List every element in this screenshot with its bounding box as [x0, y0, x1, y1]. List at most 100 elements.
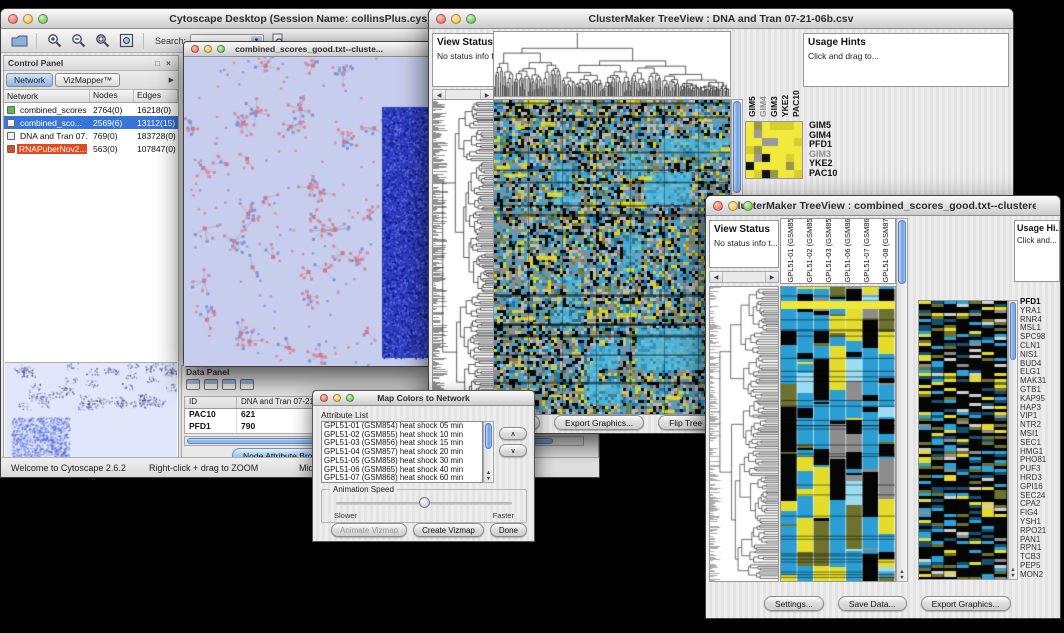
- dialog-buttons: Animate Vizmap Create Vizmap Done: [331, 523, 527, 537]
- column-label[interactable]: GPL51-07 (GSM868...: [857, 218, 876, 283]
- column-label[interactable]: GPL51-08 (GSM872...: [876, 218, 895, 283]
- create-vizmap-button[interactable]: Create Vizmap: [413, 523, 484, 537]
- close-button[interactable]: [713, 201, 723, 211]
- move-down-button[interactable]: ∨: [499, 444, 527, 457]
- zoom-in-button[interactable]: [44, 32, 64, 50]
- col-nodes[interactable]: Nodes: [90, 90, 134, 102]
- col-network[interactable]: Network: [4, 90, 90, 102]
- table-view-icon[interactable]: [240, 379, 254, 390]
- tab-vizmapper[interactable]: VizMapper™: [55, 73, 120, 87]
- column-label[interactable]: GPL51-06 (GSM865...: [838, 218, 857, 283]
- close-panel-icon[interactable]: ×: [163, 59, 174, 68]
- attribute-list[interactable]: GPL51-01 (GSM854) heat shock 05 minGPL51…: [321, 421, 483, 483]
- network-overview[interactable]: [5, 362, 177, 462]
- heatmap-canvas[interactable]: [781, 287, 895, 581]
- speed-slider[interactable]: [336, 502, 512, 505]
- scrollbar-arrows-icon[interactable]: ▲▼: [1009, 567, 1017, 579]
- save-data-button[interactable]: Save Data...: [838, 596, 907, 611]
- network-list-item[interactable]: combined_scores 2764(0) 16218(0): [4, 103, 178, 116]
- scroll-right-icon[interactable]: ▶: [481, 92, 493, 99]
- heatmap-canvas[interactable]: [494, 100, 730, 414]
- secondary-heatmap-panel[interactable]: [918, 300, 1008, 580]
- close-button[interactable]: [8, 14, 18, 24]
- row-dendrogram-panel[interactable]: [709, 286, 779, 582]
- column-dendrogram-canvas[interactable]: [494, 32, 730, 96]
- done-button[interactable]: Done: [490, 523, 527, 537]
- column-label[interactable]: GIM4: [758, 96, 768, 117]
- minimize-button[interactable]: [204, 45, 212, 53]
- scrollbar-arrows-icon[interactable]: ▲▼: [897, 569, 907, 581]
- column-label[interactable]: GPL51-01 (GSM854...: [781, 218, 800, 283]
- scroll-left-icon[interactable]: ◀: [710, 274, 722, 281]
- minimize-button[interactable]: [728, 201, 738, 211]
- col-edges[interactable]: Edges: [134, 90, 178, 102]
- toolbar-separator: [143, 33, 144, 49]
- network-list-item-selected[interactable]: combined_sco... 2569(6) 13112(15): [4, 116, 178, 129]
- column-label[interactable]: PAC10: [791, 90, 801, 117]
- column-label[interactable]: GIM5: [747, 96, 757, 117]
- attribute-list-item[interactable]: GPL51-07 (GSM868) heat shock 60 min: [322, 474, 482, 483]
- panel-dock-icon[interactable]: [186, 379, 200, 390]
- network-list-item[interactable]: DNA and Tran 07... 769(0) 183728(0): [4, 129, 178, 142]
- column-label[interactable]: GPL51-03 (GSM856...: [819, 218, 838, 283]
- minimize-button[interactable]: [23, 14, 33, 24]
- zoom-button[interactable]: [743, 201, 753, 211]
- treeview1-titlebar[interactable]: ClusterMaker TreeView : DNA and Tran 07-…: [429, 9, 1013, 29]
- gene-label[interactable]: MON2: [1020, 571, 1062, 580]
- minimize-button[interactable]: [333, 394, 341, 402]
- speed-slider-thumb[interactable]: [419, 497, 430, 508]
- dialog-titlebar[interactable]: Map Colors to Network: [313, 391, 534, 406]
- dendrogram-h-scrollbar[interactable]: ◀ ▶: [709, 271, 779, 283]
- usage-hints-box: Usage Hints Click and drag to...: [803, 33, 1009, 87]
- row-dendrogram-panel[interactable]: [432, 99, 494, 415]
- scrollbar-arrows-icon[interactable]: ▲▼: [484, 470, 493, 482]
- network-canvas[interactable]: [184, 57, 434, 366]
- tab-overflow-icon[interactable]: ▶: [169, 76, 176, 84]
- panel-float-icon[interactable]: [204, 379, 218, 390]
- scroll-left-icon[interactable]: ◀: [433, 92, 445, 99]
- zoom-selected-button[interactable]: [92, 32, 112, 50]
- close-button[interactable]: [436, 14, 446, 24]
- zoom-button[interactable]: [217, 45, 225, 53]
- network-view-titlebar[interactable]: combined_scores_good.txt--cluste...: [184, 42, 434, 57]
- zoom-button[interactable]: [346, 394, 354, 402]
- column-label[interactable]: GIM3: [769, 96, 779, 117]
- minimize-button[interactable]: [451, 14, 461, 24]
- zoom-out-button[interactable]: [68, 32, 88, 50]
- network-overview-canvas[interactable]: [5, 363, 177, 461]
- heatmap-panel[interactable]: [493, 99, 731, 415]
- move-up-button[interactable]: ∧: [499, 427, 527, 440]
- attribute-list-scrollbar[interactable]: ▲▼: [483, 421, 494, 483]
- correlation-matrix-panel[interactable]: [745, 121, 803, 179]
- row-dendrogram-canvas[interactable]: [710, 287, 778, 581]
- tab-network[interactable]: Network: [6, 73, 53, 87]
- column-dendrogram-panel[interactable]: [493, 31, 731, 97]
- open-session-button[interactable]: [9, 32, 29, 50]
- usage-hints-title: Usage Hints: [808, 37, 1004, 48]
- network-list-item[interactable]: RNAPuberNov2... 563(0) 107847(0): [4, 142, 178, 155]
- panel-hide-icon[interactable]: [222, 379, 236, 390]
- close-button[interactable]: [320, 394, 328, 402]
- heatmap-vertical-scrollbar[interactable]: ▲▼: [896, 218, 908, 582]
- zoom-button[interactable]: [38, 14, 48, 24]
- column-label[interactable]: YKE2: [780, 95, 790, 117]
- settings-button[interactable]: Settings...: [764, 596, 824, 611]
- network-table-header: Network Nodes Edges: [4, 90, 178, 103]
- search-label: Search:: [155, 36, 186, 46]
- genelist-vertical-scrollbar[interactable]: ▲▼: [1008, 300, 1018, 580]
- column-label[interactable]: GPL51-02 (GSM855...: [800, 218, 819, 283]
- heatmap-panel[interactable]: [780, 286, 896, 582]
- scroll-right-icon[interactable]: ▶: [766, 274, 778, 281]
- zoom-fit-button[interactable]: [116, 32, 136, 50]
- row-dendrogram-canvas[interactable]: [433, 100, 493, 414]
- animate-vizmap-button[interactable]: Animate Vizmap: [331, 523, 407, 537]
- secondary-heatmap-canvas[interactable]: [919, 301, 1007, 579]
- close-button[interactable]: [191, 45, 199, 53]
- gene-label[interactable]: PAC10: [809, 169, 859, 179]
- zoom-button[interactable]: [466, 14, 476, 24]
- correlation-matrix-canvas[interactable]: [746, 122, 802, 178]
- export-graphics-button[interactable]: Export Graphics...: [921, 596, 1011, 611]
- treeview2-titlebar[interactable]: ClusterMaker TreeView : combined_scores_…: [706, 196, 1060, 216]
- float-panel-icon[interactable]: □: [152, 59, 163, 68]
- export-graphics-button[interactable]: Export Graphics...: [554, 415, 644, 430]
